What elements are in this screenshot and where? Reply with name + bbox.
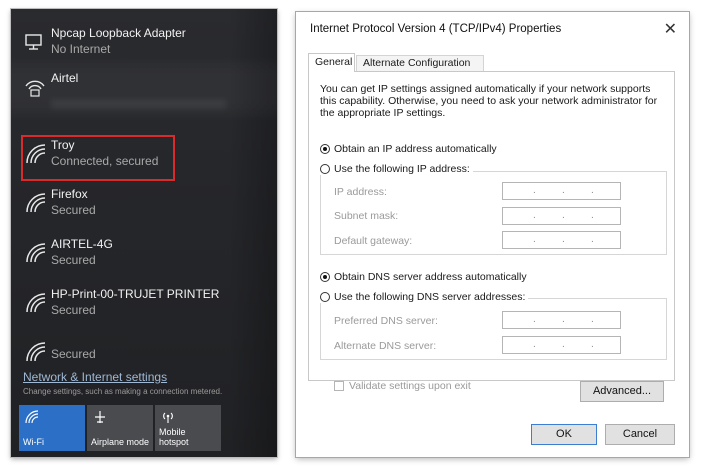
default-gateway-input[interactable]: ...: [502, 231, 621, 249]
network-item-npcap[interactable]: Npcap Loopback Adapter No Internet: [23, 25, 263, 69]
wifi-icon: [26, 342, 46, 362]
airplane-icon: [95, 411, 105, 423]
network-settings-description: Change settings, such as making a connec…: [23, 387, 223, 396]
tile-label: Airplane mode: [91, 437, 150, 447]
monitor-icon: [25, 34, 42, 50]
radio-dot: [320, 272, 330, 282]
wifi-locked-icon: [25, 80, 45, 97]
preferred-dns-input[interactable]: ...: [502, 311, 621, 329]
wifi-icon: [26, 293, 46, 313]
tab-general[interactable]: General: [308, 53, 355, 72]
cancel-button[interactable]: Cancel: [605, 424, 675, 445]
ipv4-properties-dialog: Internet Protocol Version 4 (TCP/IPv4) P…: [296, 12, 689, 457]
tile-label: Wi-Fi: [23, 437, 44, 447]
network-name: Firefox: [51, 187, 88, 201]
network-settings-link[interactable]: Network & Internet settings: [23, 370, 167, 384]
ok-button[interactable]: OK: [531, 424, 597, 445]
subnet-mask-input[interactable]: ...: [502, 207, 621, 225]
radio-ip-auto[interactable]: Obtain an IP address automatically: [320, 143, 497, 155]
airplane-mode-tile[interactable]: Airplane mode: [87, 405, 153, 451]
close-icon[interactable]: ✕: [664, 19, 677, 39]
radio-dot: [320, 292, 330, 302]
network-item-airtel-4g[interactable]: AIRTEL-4G Secured: [23, 236, 263, 280]
network-status: Secured: [51, 303, 96, 317]
network-name: AIRTEL-4G: [51, 237, 113, 251]
radio-ip-manual[interactable]: Use the following IP address:: [320, 163, 473, 175]
preferred-dns-label: Preferred DNS server:: [334, 315, 438, 327]
ip-address-label: IP address:: [334, 186, 387, 198]
tile-label: Mobile hotspot: [159, 427, 189, 447]
radio-dot: [320, 144, 330, 154]
mobile-hotspot-tile[interactable]: Mobile hotspot: [155, 405, 221, 451]
alternate-dns-input[interactable]: ...: [502, 336, 621, 354]
checkbox-box: [334, 381, 344, 391]
radio-label: Obtain an IP address automatically: [334, 143, 497, 155]
subnet-mask-label: Subnet mask:: [334, 210, 399, 222]
radio-dns-auto[interactable]: Obtain DNS server address automatically: [320, 271, 527, 283]
advanced-button[interactable]: Advanced...: [580, 381, 664, 402]
default-gateway-label: Default gateway:: [334, 235, 413, 247]
wifi-tile[interactable]: Wi-Fi: [19, 405, 85, 451]
alternate-dns-label: Alternate DNS server:: [334, 340, 437, 352]
network-name: Airtel: [51, 71, 79, 85]
blur-bar: [51, 99, 226, 109]
wifi-icon: [26, 243, 46, 263]
network-item-firefox[interactable]: Firefox Secured: [23, 186, 263, 230]
radio-label: Obtain DNS server address automatically: [334, 271, 527, 283]
radio-label: Use the following IP address:: [334, 163, 470, 175]
dialog-title: Internet Protocol Version 4 (TCP/IPv4) P…: [310, 23, 562, 35]
radio-dns-manual[interactable]: Use the following DNS server addresses:: [320, 291, 529, 303]
network-status: Secured: [51, 203, 96, 217]
ip-address-input[interactable]: ...: [502, 182, 621, 200]
selection-highlight: [21, 135, 175, 181]
network-status: Secured: [51, 347, 96, 361]
wifi-icon: [25, 410, 39, 424]
validate-label: Validate settings upon exit: [349, 380, 471, 392]
network-status: No Internet: [51, 42, 111, 56]
network-item-hp-print[interactable]: HP-Print-00-TRUJET PRINTER Secured: [23, 286, 263, 330]
network-status: Secured: [51, 253, 96, 267]
validate-checkbox[interactable]: Validate settings upon exit: [334, 380, 471, 392]
wifi-icon: [26, 193, 46, 213]
intro-text: You can get IP settings assigned automat…: [320, 83, 658, 119]
hotspot-icon: [163, 412, 173, 423]
radio-dot: [320, 164, 330, 174]
network-name: HP-Print-00-TRUJET PRINTER: [51, 287, 220, 301]
network-name: Npcap Loopback Adapter: [51, 26, 186, 40]
tab-alternate-configuration[interactable]: Alternate Configuration: [356, 55, 484, 71]
network-flyout: Npcap Loopback Adapter No Internet Airte…: [11, 9, 277, 457]
radio-label: Use the following DNS server addresses:: [334, 291, 526, 303]
